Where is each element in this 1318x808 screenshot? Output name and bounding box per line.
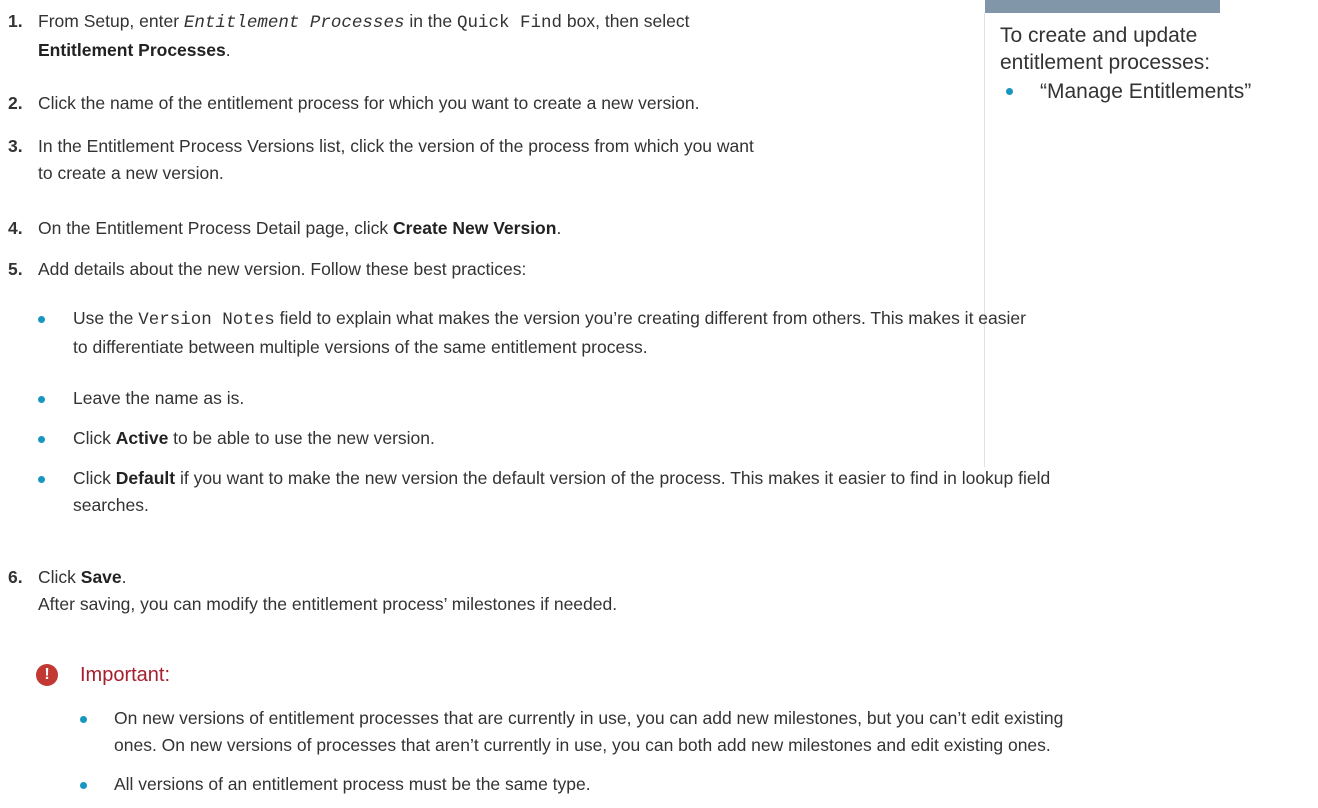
- code-version-notes: Version Notes: [138, 310, 275, 330]
- bullet-icon: [80, 716, 87, 723]
- step-text-part: .: [225, 40, 231, 60]
- permissions-description: To create and update entitlement process…: [1000, 24, 1211, 74]
- ui-label-create-new-version: Create New Version: [393, 218, 557, 238]
- list-text-part: Click: [73, 468, 116, 488]
- important-label: Important:: [80, 664, 171, 686]
- permissions-sidebar: To create and update entitlement process…: [1000, 22, 1300, 105]
- step-text: On the Entitlement Process Detail page, …: [38, 215, 561, 242]
- list-text-part: to be able to use the new version.: [168, 428, 435, 448]
- list-item-text: Use the Version Notes field to explain w…: [73, 305, 1026, 361]
- sidebar-divider: [984, 13, 985, 467]
- list-text-line: ones. On new versions of processes that …: [114, 735, 1051, 755]
- important-icon: !: [36, 664, 58, 686]
- ui-label-entitlement-processes: Entitlement Processes: [38, 40, 226, 60]
- bullet-icon: [38, 436, 45, 443]
- step-text-line: In the Entitlement Process Versions list…: [38, 136, 754, 156]
- step-followup-text: After saving, you can modify the entitle…: [38, 594, 618, 614]
- list-item-text: All versions of an entitlement process m…: [114, 774, 591, 794]
- list-text-line: searches.: [73, 495, 149, 515]
- code-entitlement-processes: Entitlement Processes: [183, 13, 405, 33]
- list-item-text: Click Active to be able to use the new v…: [73, 425, 435, 452]
- step-text: Click Save. After saving, you can modify…: [38, 564, 617, 618]
- sidebar-header-bar: [985, 0, 1220, 13]
- list-item-text: Leave the name as is.: [73, 388, 245, 408]
- code-quick-find: Quick Find: [457, 13, 563, 33]
- list-text-part: field to explain what makes the version …: [274, 308, 1026, 328]
- step-text-part: On the Entitlement Process Detail page, …: [38, 218, 394, 238]
- list-text-part: if you want to make the new version the …: [175, 468, 1051, 488]
- step-text-part: box, then select: [562, 11, 690, 31]
- step-text-part: in the: [404, 11, 457, 31]
- permission-label: “Manage Entitlements”: [1040, 80, 1252, 103]
- bullet-icon: [38, 476, 45, 483]
- list-text-line: On new versions of entitlement processes…: [114, 708, 1064, 728]
- step-number: 2.: [8, 93, 23, 113]
- list-text-line: to differentiate between multiple versio…: [73, 337, 648, 357]
- step-text: Click the name of the entitlement proces…: [38, 93, 700, 113]
- step-number: 1.: [8, 11, 23, 31]
- step-text: From Setup, enter Entitlement Processes …: [38, 8, 689, 64]
- step-text-part: Click: [38, 567, 81, 587]
- step-text-line: to create a new version.: [38, 163, 224, 183]
- step-text-part: .: [121, 567, 127, 587]
- step-text-part: .: [556, 218, 562, 238]
- step-number: 6.: [8, 567, 23, 587]
- list-item-text: On new versions of entitlement processes…: [114, 705, 1063, 759]
- step-text: Add details about the new version. Follo…: [38, 259, 527, 279]
- ui-label-save: Save: [80, 567, 122, 587]
- list-item-text: Click Default if you want to make the ne…: [73, 465, 1050, 519]
- list-text-part: Use the: [73, 308, 139, 328]
- step-number: 3.: [8, 136, 23, 156]
- step-text-part: From Setup, enter: [38, 11, 184, 31]
- bullet-icon: [38, 396, 45, 403]
- bullet-icon: [1006, 88, 1013, 95]
- ui-label-active: Active: [115, 428, 169, 448]
- step-number: 4.: [8, 218, 23, 238]
- list-text-part: Click: [73, 428, 116, 448]
- permission-item: “Manage Entitlements”: [1000, 78, 1300, 105]
- bullet-icon: [38, 316, 45, 323]
- ui-label-default: Default: [115, 468, 176, 488]
- step-number: 5.: [8, 259, 23, 279]
- step-text: In the Entitlement Process Versions list…: [38, 133, 754, 187]
- bullet-icon: [80, 782, 87, 789]
